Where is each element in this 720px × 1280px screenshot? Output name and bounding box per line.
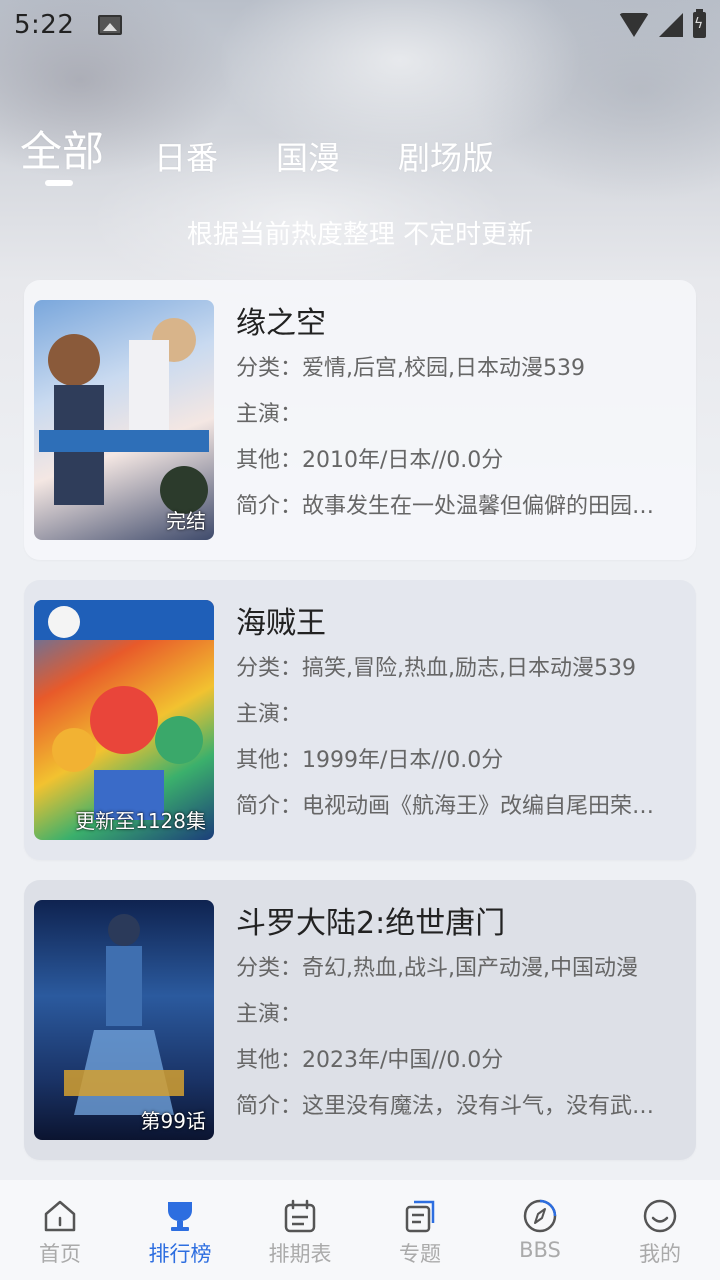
active-tab-indicator: [45, 180, 73, 186]
signal-icon: [659, 13, 683, 37]
poster-art: [34, 600, 214, 820]
category-tabs: 全部 日番 国漫 剧场版: [20, 118, 552, 179]
item-intro: 简介：故事发生在一处温馨但偏僻的田园…: [236, 494, 655, 519]
nav-home[interactable]: 首页: [0, 1180, 120, 1280]
calendar-icon: [284, 1199, 316, 1233]
item-title: 斗罗大陆2:绝世唐门: [236, 906, 506, 941]
gallery-icon: [98, 15, 123, 35]
poster-art: [39, 318, 209, 514]
poster-status: 完结: [166, 509, 206, 533]
nav-bbs-label: BBS: [519, 1238, 561, 1262]
item-cast: 主演：: [236, 702, 303, 727]
smile-icon: [643, 1199, 677, 1233]
bottom-navigation: 首页 排行榜 排期表 专题 BBS 我的: [0, 1180, 720, 1280]
poster-status: 更新至1128集: [75, 809, 206, 833]
ranking-subtitle: 根据当前热度整理 不定时更新: [186, 220, 534, 250]
item-category: 分类：爱情,后宫,校园,日本动漫539: [236, 356, 585, 381]
wifi-icon: [619, 13, 649, 37]
list-item[interactable]: 第99话 斗罗大陆2:绝世唐门 分类：奇幻,热血,战斗,国产动漫,中国动漫 主演…: [24, 880, 696, 1160]
nav-topics[interactable]: 专题: [360, 1180, 480, 1280]
compass-icon: [523, 1199, 557, 1233]
topic-icon: [405, 1200, 435, 1233]
ranking-list: 完结 缘之空 分类：爱情,后宫,校园,日本动漫539 主演： 其他：2010年/…: [24, 280, 696, 1180]
nav-ranking[interactable]: 排行榜: [120, 1180, 240, 1280]
item-other: 其他：2010年/日本//0.0分: [236, 448, 504, 473]
status-bar: 5:22: [0, 0, 720, 50]
nav-schedule-label: 排期表: [268, 1242, 332, 1266]
item-other: 其他：1999年/日本//0.0分: [236, 748, 504, 773]
tab-chinese[interactable]: 国漫: [276, 133, 340, 179]
nav-profile[interactable]: 我的: [600, 1180, 720, 1280]
nav-topics-label: 专题: [399, 1242, 441, 1266]
tab-japanese[interactable]: 日番: [154, 133, 218, 179]
poster-image: 完结: [34, 300, 214, 540]
tab-all[interactable]: 全部: [20, 118, 104, 179]
poster-status: 第99话: [140, 1109, 206, 1133]
item-category: 分类：奇幻,热血,战斗,国产动漫,中国动漫: [236, 956, 638, 981]
item-intro: 简介：电视动画《航海王》改编自尾田荣…: [236, 794, 655, 819]
nav-ranking-label: 排行榜: [148, 1242, 212, 1266]
nav-schedule[interactable]: 排期表: [240, 1180, 360, 1280]
nav-home-label: 首页: [39, 1242, 81, 1266]
item-title: 海贼王: [236, 606, 326, 641]
list-item[interactable]: 更新至1128集 海贼王 分类：搞笑,冒险,热血,励志,日本动漫539 主演： …: [24, 580, 696, 860]
home-icon: [44, 1200, 76, 1232]
item-intro: 简介：这里没有魔法，没有斗气，没有武…: [236, 1094, 655, 1119]
nav-bbs[interactable]: BBS: [480, 1180, 600, 1280]
item-title: 缘之空: [236, 306, 326, 341]
tab-movies[interactable]: 剧场版: [398, 133, 494, 179]
battery-charging-icon: [693, 9, 706, 38]
item-other: 其他：2023年/中国//0.0分: [236, 1048, 504, 1073]
poster-image: 第99话: [34, 900, 214, 1140]
item-category: 分类：搞笑,冒险,热血,励志,日本动漫539: [236, 656, 636, 681]
list-item[interactable]: 完结 缘之空 分类：爱情,后宫,校园,日本动漫539 主演： 其他：2010年/…: [24, 280, 696, 560]
trophy-icon: [168, 1202, 192, 1231]
nav-profile-label: 我的: [639, 1242, 681, 1266]
item-cast: 主演：: [236, 402, 303, 427]
poster-image: 更新至1128集: [34, 600, 214, 840]
poster-art: [64, 914, 184, 1115]
status-time: 5:22: [14, 10, 75, 40]
item-cast: 主演：: [236, 1002, 303, 1027]
